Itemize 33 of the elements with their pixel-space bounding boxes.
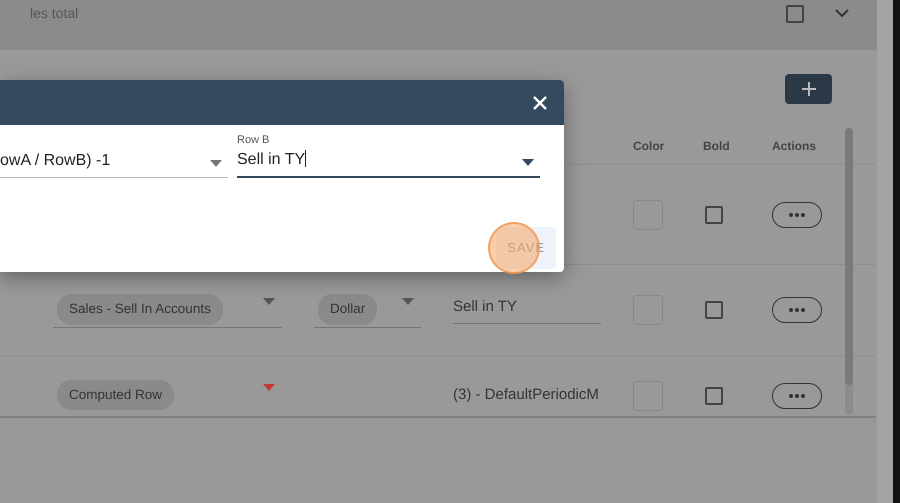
column-header: Bold bbox=[703, 138, 731, 155]
plus-icon bbox=[800, 81, 816, 97]
actions-button[interactable] bbox=[772, 297, 822, 323]
caret-down-icon bbox=[522, 159, 534, 166]
name-text: (3) - DefaultPeriodicM bbox=[453, 385, 599, 406]
checkbox[interactable] bbox=[705, 301, 723, 319]
more-icon bbox=[789, 308, 805, 312]
dropdown-field[interactable]: owA / RowB) -1 bbox=[0, 133, 228, 178]
text-cursor bbox=[305, 150, 306, 167]
close-icon bbox=[533, 96, 547, 110]
name-field[interactable]: Sell in TY bbox=[453, 296, 601, 324]
dropdown-field[interactable]: Computed Row bbox=[53, 378, 282, 414]
add-button[interactable] bbox=[785, 74, 832, 104]
chevron-down-icon bbox=[835, 9, 849, 18]
more-icon bbox=[789, 394, 805, 398]
scrollbar[interactable] bbox=[845, 128, 853, 415]
dropdown-field[interactable]: Dollar bbox=[314, 292, 421, 328]
dropdown-field[interactable]: Sales - Sell In Accounts bbox=[53, 292, 282, 328]
column-header: Actions bbox=[772, 138, 816, 155]
column-header: Color bbox=[633, 138, 666, 155]
close-button[interactable] bbox=[533, 96, 547, 110]
caret-down-icon bbox=[402, 298, 414, 305]
actions-button[interactable] bbox=[772, 202, 822, 228]
source-chip: Sales - Sell In Accounts bbox=[57, 294, 223, 325]
caret-down-icon bbox=[210, 160, 222, 167]
checkbox[interactable] bbox=[705, 386, 723, 404]
source-chip: Computed Row bbox=[57, 380, 174, 410]
checkbox[interactable] bbox=[705, 206, 723, 224]
more-icon bbox=[789, 212, 805, 216]
actions-button[interactable] bbox=[772, 382, 822, 408]
dropdown-field[interactable]: Row B Sell in TY bbox=[237, 133, 540, 178]
unit-chip: Dollar bbox=[318, 294, 378, 325]
checkbox[interactable] bbox=[786, 5, 804, 23]
